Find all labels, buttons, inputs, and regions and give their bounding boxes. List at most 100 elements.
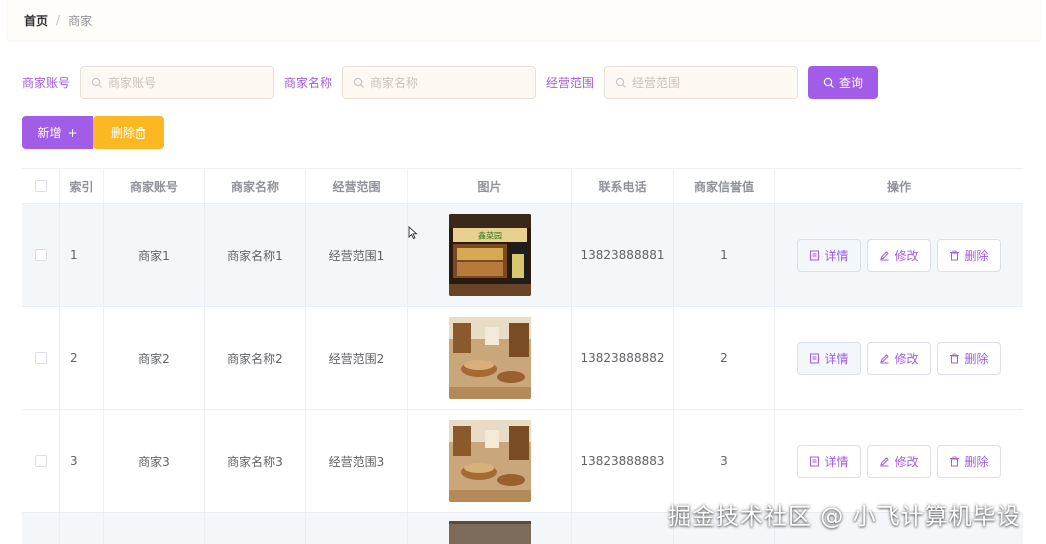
cell-name: 商家名称2 bbox=[205, 307, 306, 409]
delete-button[interactable]: 删除 bbox=[937, 341, 1001, 375]
table-header: 索引 商家账号 商家名称 经营范围 图片 联系电话 商家信誉值 操作 bbox=[22, 168, 1023, 204]
header-account: 商家账号 bbox=[104, 169, 205, 203]
mouse-cursor-icon bbox=[408, 226, 418, 240]
merchant-name-input[interactable]: 商家名称 bbox=[342, 66, 537, 99]
search-icon bbox=[615, 77, 626, 88]
watermark: 掘金技术社区 @ 小飞计算机毕设 bbox=[668, 504, 1021, 530]
pencil-icon bbox=[880, 353, 890, 363]
detail-button[interactable]: 详情 bbox=[797, 341, 861, 375]
merchant-account-label: 商家账号 bbox=[22, 76, 71, 90]
storefront-sign: 鑫菜园 bbox=[478, 231, 502, 241]
plus-icon: + bbox=[67, 125, 78, 140]
pencil-icon bbox=[880, 456, 890, 466]
breadcrumb-separator: / bbox=[56, 13, 61, 27]
toolbar: 新增 + 删除 bbox=[22, 116, 164, 149]
row-select-cell bbox=[22, 204, 60, 306]
search-icon bbox=[353, 77, 364, 88]
row-select-cell bbox=[22, 410, 60, 512]
document-icon bbox=[810, 456, 820, 466]
breadcrumb: 首页 / 商家 bbox=[8, 0, 1040, 40]
cell-name: 商家名称1 bbox=[205, 204, 306, 306]
delete-button[interactable]: 删除 bbox=[937, 444, 1001, 478]
pencil-icon bbox=[880, 250, 890, 260]
cell-credit: 1 bbox=[674, 204, 775, 306]
select-all-checkbox[interactable] bbox=[34, 180, 47, 192]
cell-phone bbox=[572, 513, 674, 544]
cell-image bbox=[408, 307, 572, 409]
document-icon bbox=[810, 353, 820, 363]
edit-button[interactable]: 修改 bbox=[867, 238, 931, 272]
detail-label: 详情 bbox=[824, 351, 849, 366]
cell-account bbox=[104, 513, 205, 544]
edit-button[interactable]: 修改 bbox=[867, 341, 931, 375]
query-button[interactable]: 查询 bbox=[808, 66, 879, 99]
search-form: 商家账号 商家账号 商家名称 商家名称 经营范围 经营范围 查询 bbox=[22, 66, 879, 99]
cell-actions: 详情 修改 删除 bbox=[775, 204, 1023, 306]
merchant-name-label: 商家名称 bbox=[284, 76, 333, 90]
trash-icon bbox=[950, 250, 960, 260]
detail-button[interactable]: 详情 bbox=[797, 444, 861, 478]
header-name: 商家名称 bbox=[205, 169, 306, 203]
cell-phone: 13823888883 bbox=[572, 410, 674, 512]
cell-account: 商家3 bbox=[104, 410, 205, 512]
delete-label: 删除 bbox=[964, 454, 989, 469]
business-scope-placeholder: 经营范围 bbox=[632, 76, 681, 90]
cell-image bbox=[408, 513, 572, 544]
batch-delete-label: 删除 bbox=[110, 126, 135, 140]
storefront-photo: 鑫菜园 bbox=[448, 214, 531, 296]
add-button-label: 新增 bbox=[37, 126, 62, 140]
cell-account: 商家1 bbox=[104, 204, 205, 306]
merchant-account-input[interactable]: 商家账号 bbox=[80, 66, 275, 99]
edit-button[interactable]: 修改 bbox=[867, 444, 931, 478]
edit-label: 修改 bbox=[894, 454, 919, 469]
row-select-cell bbox=[22, 307, 60, 409]
business-scope-input[interactable]: 经营范围 bbox=[604, 66, 799, 99]
business-scope-label: 经营范围 bbox=[546, 76, 595, 90]
cell-index bbox=[60, 513, 104, 544]
search-icon bbox=[823, 77, 834, 88]
header-image: 图片 bbox=[408, 169, 572, 203]
delete-button[interactable]: 删除 bbox=[937, 238, 1001, 272]
header-phone: 联系电话 bbox=[572, 169, 674, 203]
cell-index: 3 bbox=[60, 410, 104, 512]
detail-label: 详情 bbox=[824, 454, 849, 469]
header-scope: 经营范围 bbox=[306, 169, 408, 203]
breadcrumb-home[interactable]: 首页 bbox=[24, 12, 48, 29]
edit-label: 修改 bbox=[894, 248, 919, 263]
row-checkbox[interactable] bbox=[34, 455, 47, 467]
cell-index: 2 bbox=[60, 307, 104, 409]
document-icon bbox=[810, 250, 820, 260]
header-credit: 商家信誉值 bbox=[674, 169, 775, 203]
row-select-cell bbox=[22, 513, 60, 544]
row-checkbox[interactable] bbox=[34, 249, 47, 261]
cell-index: 1 bbox=[60, 204, 104, 306]
cell-scope bbox=[306, 513, 408, 544]
cell-phone: 13823888882 bbox=[572, 307, 674, 409]
cell-phone: 13823888881 bbox=[572, 204, 674, 306]
breadcrumb-current: 商家 bbox=[68, 13, 93, 28]
cell-account: 商家2 bbox=[104, 307, 205, 409]
shop-interior-photo bbox=[448, 317, 531, 399]
table-row: 1 商家1 商家名称1 经营范围1 鑫菜园 13823888881 1 详情 修… bbox=[22, 204, 1023, 307]
shop-photo-partial bbox=[448, 521, 531, 544]
trash-icon bbox=[950, 456, 960, 466]
cell-credit: 2 bbox=[674, 307, 775, 409]
cell-name: 商家名称3 bbox=[205, 410, 306, 512]
trash-icon bbox=[950, 353, 960, 363]
table-row: 2 商家2 商家名称2 经营范围2 13823888882 2 详情 修改 删除 bbox=[22, 307, 1023, 410]
query-button-label: 查询 bbox=[839, 76, 864, 90]
edit-label: 修改 bbox=[894, 351, 919, 366]
cell-image: 鑫菜园 bbox=[408, 204, 572, 306]
add-button[interactable]: 新增 + bbox=[22, 116, 93, 149]
cell-scope: 经营范围3 bbox=[306, 410, 408, 512]
merchant-table: 索引 商家账号 商家名称 经营范围 图片 联系电话 商家信誉值 操作 1 商家1… bbox=[22, 168, 1023, 544]
cell-name bbox=[205, 513, 306, 544]
detail-button[interactable]: 详情 bbox=[797, 238, 861, 272]
cell-image bbox=[408, 410, 572, 512]
header-actions: 操作 bbox=[886, 179, 911, 194]
row-checkbox[interactable] bbox=[34, 352, 47, 364]
header-index: 索引 bbox=[60, 169, 104, 203]
batch-delete-button[interactable]: 删除 bbox=[93, 116, 164, 149]
trash-icon bbox=[136, 126, 145, 139]
cell-scope: 经营范围2 bbox=[306, 307, 408, 409]
